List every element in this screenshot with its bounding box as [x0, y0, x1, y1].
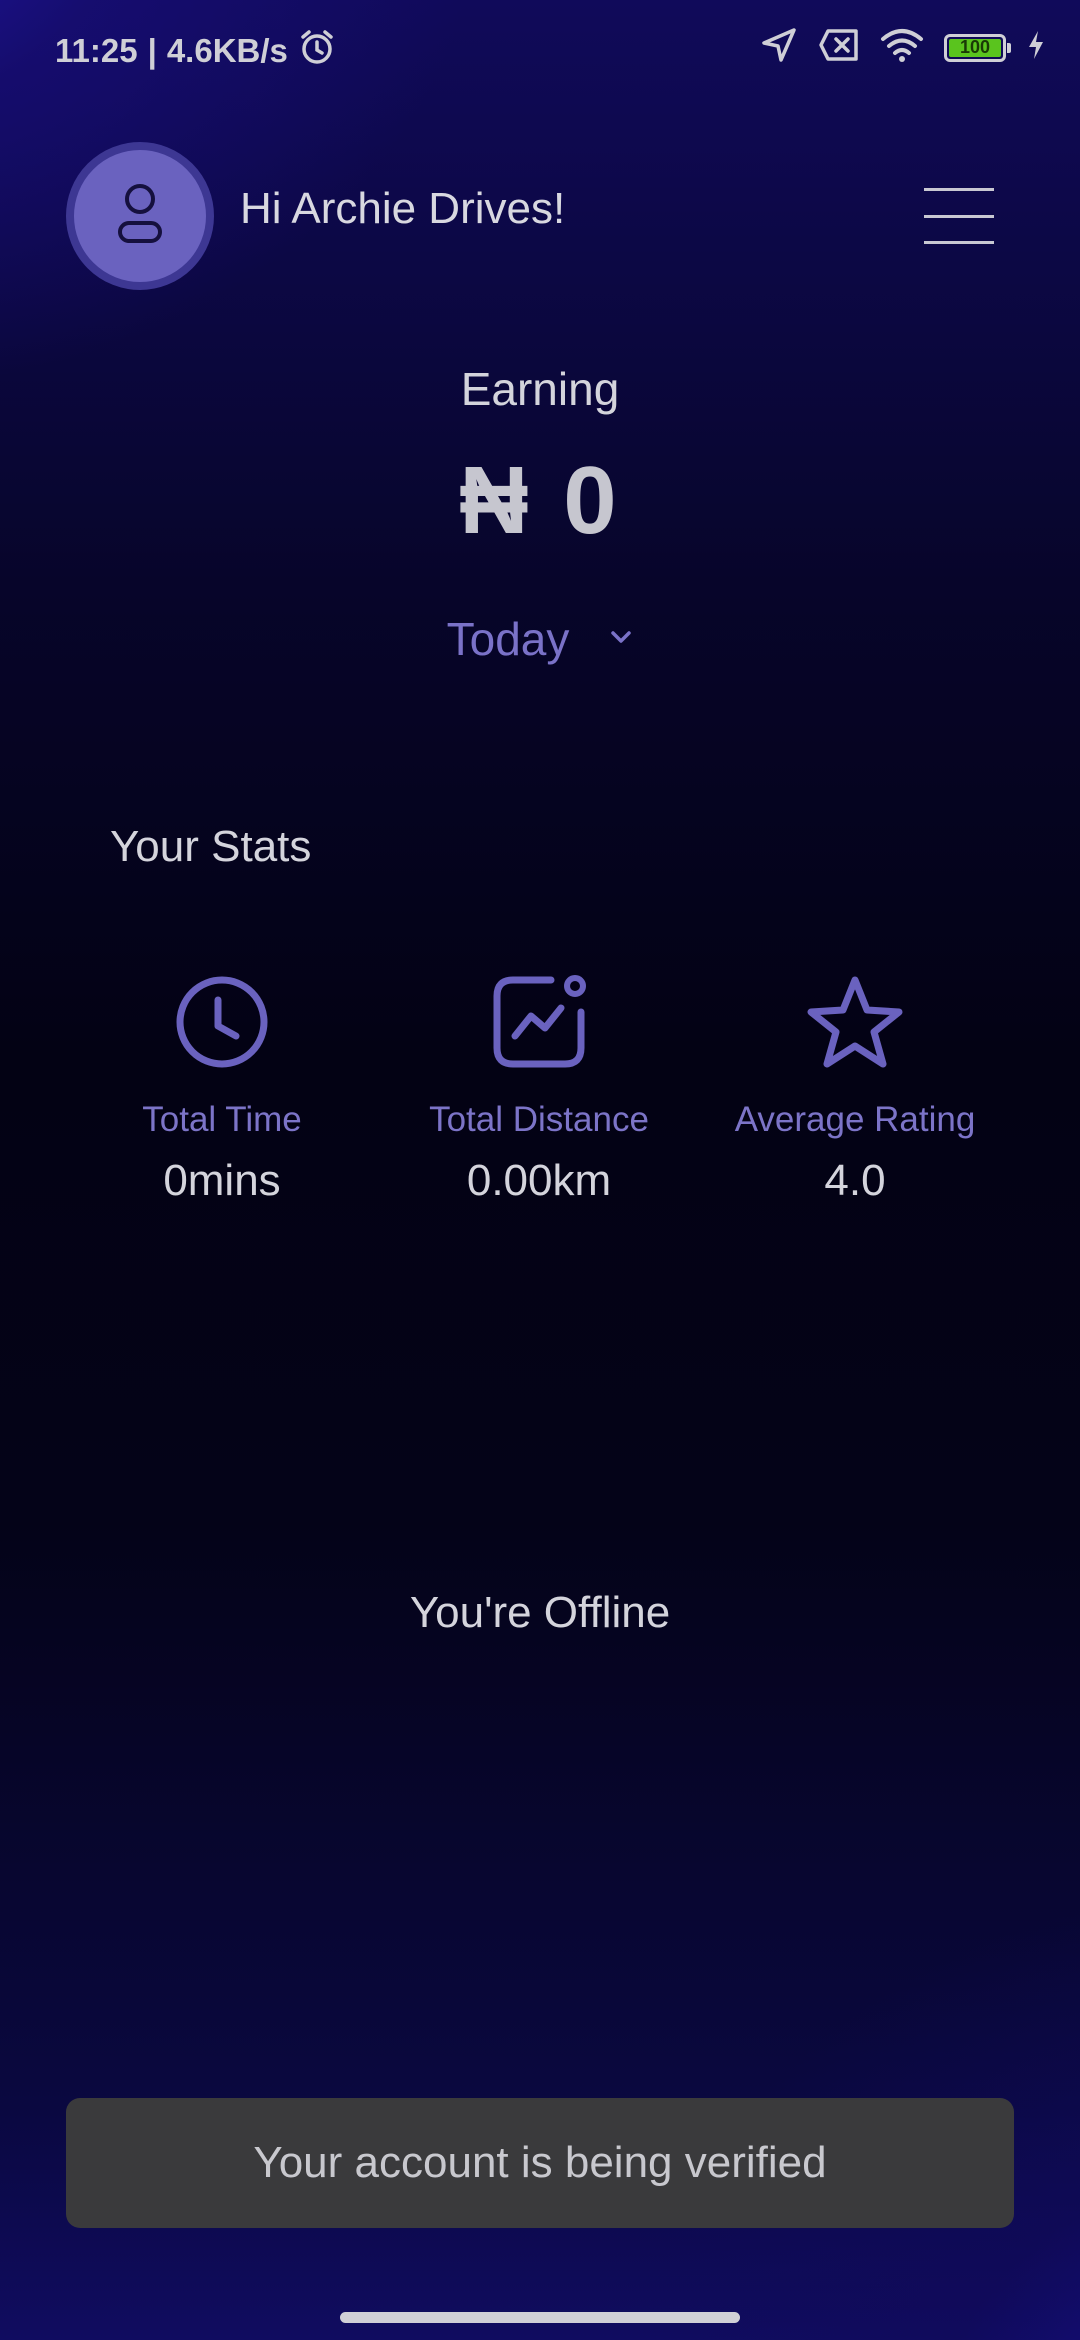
menu-button[interactable]: [924, 188, 994, 244]
location-icon: [760, 26, 798, 69]
status-right: 100: [760, 26, 1046, 69]
status-left: 11:25 | 4.6KB/s: [55, 28, 336, 74]
hamburger-menu-icon: [924, 188, 994, 191]
alarm-icon: [298, 28, 336, 74]
star-icon: [705, 972, 1005, 1072]
stat-value: 0mins: [163, 1156, 281, 1205]
battery-level: 100: [959, 37, 991, 57]
status-separator: |: [147, 32, 157, 69]
stats-title: Your Stats: [110, 822, 312, 871]
stat-label: Total Distance: [429, 1100, 649, 1139]
stat-average-rating: Average Rating 4.0: [705, 972, 1005, 1206]
stat-label: Average Rating: [734, 1100, 976, 1139]
stat-total-time: Total Time 0mins: [72, 972, 372, 1206]
status-bar: 11:25 | 4.6KB/s 100: [0, 0, 1080, 96]
period-label: Today: [446, 613, 570, 665]
sim-error-icon: [818, 28, 860, 67]
toast-message: Your account is being verified: [66, 2098, 1014, 2228]
period-dropdown[interactable]: Today: [0, 612, 1080, 666]
earning-label: Earning: [460, 363, 620, 415]
stat-value: 0.00km: [466, 1156, 612, 1205]
earning-value: ₦ 0: [459, 447, 621, 554]
chart-icon: [389, 972, 689, 1072]
status-time: 11:25: [55, 32, 138, 69]
greeting-text: Hi Archie Drives!: [240, 184, 566, 233]
stat-label: Total Time: [142, 1100, 302, 1139]
user-icon: [110, 179, 170, 254]
home-indicator[interactable]: [340, 2312, 740, 2323]
stat-value: 4.0: [824, 1156, 886, 1205]
battery-icon: 100: [944, 33, 1011, 62]
offline-status: You're Offline: [409, 1588, 671, 1637]
clock-icon: [72, 972, 372, 1072]
wifi-icon: [880, 27, 924, 68]
avatar[interactable]: [66, 142, 214, 290]
network-speed: 4.6KB/s: [166, 32, 288, 69]
charging-icon: [1026, 29, 1046, 66]
stat-total-distance: Total Distance 0.00km: [389, 972, 689, 1206]
chevron-down-icon: [609, 629, 633, 650]
